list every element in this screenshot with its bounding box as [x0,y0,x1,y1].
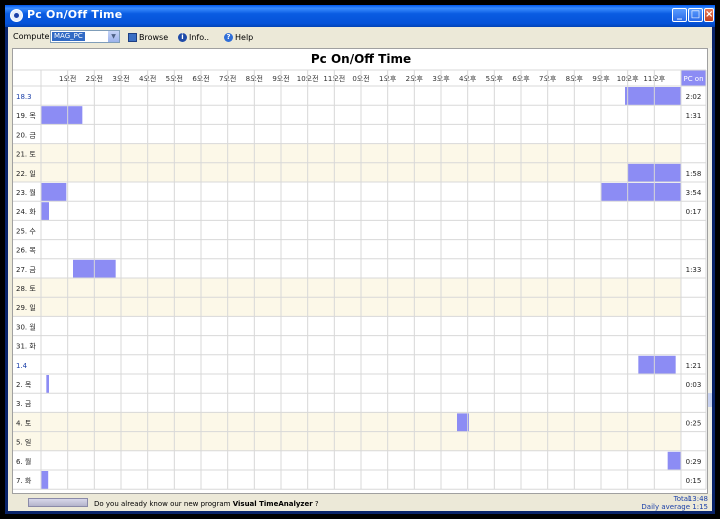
day-total: 1:21 [686,362,702,370]
day-total: 1:58 [686,170,702,178]
day-total: 2:02 [686,93,702,101]
day-label: 24. 화 [16,208,36,216]
weekend-row-bg [13,162,681,182]
on-time-block[interactable] [625,87,681,106]
weekend-row-bg [13,412,681,432]
totals-values: 13:48 1:15 [688,495,708,511]
day-total: 0:17 [686,208,702,216]
toolbar: Computer MAG_PC ▼ Browse i Info.. ? Help [8,27,712,48]
help-icon: ? [224,32,233,42]
day-label: 1.4 [16,362,28,370]
status-bar: Do you already know our new program Visu… [8,494,712,511]
on-time-block[interactable] [601,183,681,202]
day-total: 1:33 [686,266,702,274]
total-value: 13:48 [687,495,708,503]
day-total: 0:29 [686,458,702,466]
info-icon: i [178,32,187,42]
day-label: 6. 월 [16,457,31,466]
day-total: 0:03 [686,381,702,389]
minimize-button[interactable]: _ [672,8,687,22]
client-area: Computer MAG_PC ▼ Browse i Info.. ? Help… [8,27,712,511]
total-label: Total [673,495,690,503]
on-time-block[interactable] [41,471,49,490]
day-label: 23. 월 [16,188,36,197]
daily-average-value: 1:15 [692,503,708,511]
on-time-block[interactable] [41,183,67,202]
day-label: 28. 토 [16,285,36,293]
totals-labels: Total Daily average [641,495,690,511]
computer-select[interactable]: MAG_PC ▼ [50,30,120,43]
weekend-row-bg [13,143,681,163]
help-label: Help [235,32,254,42]
day-label: 4. 토 [16,419,32,427]
day-label: 7. 화 [16,477,32,485]
on-time-block[interactable] [41,202,49,221]
day-label: 25. 수 [16,227,36,235]
day-total: 0:25 [686,419,702,427]
folder-icon [128,32,137,42]
weekend-row-bg [13,431,681,451]
on-time-block[interactable] [46,375,49,394]
help-button[interactable]: ? Help [224,31,253,43]
on-time-block[interactable] [41,106,83,125]
on-time-block[interactable] [667,451,681,470]
day-label: 21. 토 [16,151,36,159]
day-label: 31. 화 [16,343,36,351]
browse-button[interactable]: Browse [128,31,168,43]
day-label: 5. 일 [16,438,31,447]
day-label: 19. 목 [16,112,36,120]
promo-product[interactable]: Visual TimeAnalyzer [233,500,313,508]
window-title: Pc On/Off Time [27,8,123,21]
vertical-scrollbar[interactable] [708,48,712,494]
day-label: 26. 목 [16,247,36,255]
title-bar[interactable]: Pc On/Off Time _ □ × [5,5,715,27]
time-grid-panel: Pc On/Off Time PC on1오전2오전3오전4오전5오전6오전7오… [12,48,708,494]
promo-text[interactable]: Do you already know our new program Visu… [94,500,319,508]
close-button[interactable]: × [704,8,714,22]
weekend-row-bg [13,297,681,317]
time-grid: PC on1오전2오전3오전4오전5오전6오전7오전8오전9오전10오전11오전… [13,69,707,490]
day-total: 0:15 [686,477,702,485]
day-total: 3:54 [686,189,702,197]
browse-label: Browse [139,32,169,42]
daily-average-label: Daily average [641,503,690,511]
computer-select-value: MAG_PC [52,32,85,41]
chevron-down-icon[interactable]: ▼ [108,31,119,42]
computer-label: Computer [13,32,53,41]
day-label: 22. 일 [16,169,36,178]
day-label: 29. 일 [16,303,36,312]
info-label: Info.. [189,32,210,42]
maximize-button[interactable]: □ [688,8,703,22]
info-button[interactable]: i Info.. [178,31,209,43]
day-label: 2. 목 [16,381,32,389]
day-label: 18.3 [16,93,32,101]
on-time-block[interactable] [638,355,676,374]
weekend-row-bg [13,278,681,298]
day-label: 20. 금 [16,131,36,139]
app-icon [10,9,23,22]
promo-thumbnail[interactable] [28,498,88,507]
day-label: 3. 금 [16,400,32,408]
day-label: 30. 월 [16,322,36,331]
pc-on-header: PC on [683,75,703,83]
scrollbar-thumb[interactable] [708,393,712,407]
day-total: 1:31 [686,112,702,120]
app-window: Pc On/Off Time _ □ × Computer MAG_PC ▼ B… [5,5,715,514]
day-label: 27. 금 [16,266,36,274]
